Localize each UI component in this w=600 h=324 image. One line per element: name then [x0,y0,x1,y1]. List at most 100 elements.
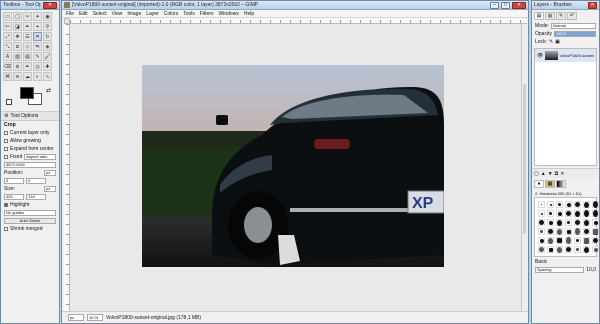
brush-preset[interactable] [574,228,581,235]
vertical-scrollbar[interactable] [521,24,527,311]
tool-heal-icon[interactable]: ✚ [43,62,52,71]
tool-paintbrush-icon[interactable]: 🖌 [43,52,52,61]
raise-layer-icon[interactable]: ▲ [541,171,546,177]
tool-zoom-icon[interactable]: ⚲ [43,22,52,31]
ratio-input[interactable]: 3872:2592 [4,162,56,168]
layers-close-button[interactable]: ✕ [588,1,597,9]
tool-pencil-icon[interactable]: ✎ [33,52,42,61]
lock-alpha-icon[interactable]: ▣ [555,39,560,45]
layer-name[interactable]: VolvoP1800-sunset [560,53,594,58]
brush-preset[interactable] [547,201,554,208]
fixed-mode-select[interactable]: Aspect ratio [24,154,56,160]
brush-preset[interactable] [556,246,563,253]
spacing-slider[interactable]: Spacing [535,267,585,273]
menu-select[interactable]: Select [93,11,107,17]
option-allow-growing[interactable]: Allow growing [1,137,59,145]
tool-paths-icon[interactable]: ✒ [23,22,32,31]
brush-preset[interactable] [547,237,554,244]
brush-preset[interactable] [574,219,581,226]
unit-select[interactable]: px [68,314,84,321]
tool-rotate-icon[interactable]: ↻ [43,32,52,41]
tool-crop-icon[interactable]: ⌗ [33,32,42,41]
expand-center-checkbox[interactable] [4,147,8,151]
brush-preset[interactable] [556,219,563,226]
minimize-button[interactable]: – [490,1,499,9]
brush-preset[interactable] [583,246,590,253]
lock-pixels-icon[interactable]: ✎ [549,39,553,45]
tool-move-icon[interactable]: ✥ [13,32,22,41]
brush-preset[interactable] [592,246,599,253]
tool-foreground-select-icon[interactable]: ◪ [13,22,22,31]
tool-shear-icon[interactable]: ⧄ [13,42,22,51]
tool-clone-icon[interactable]: ◎ [33,62,42,71]
brush-preset[interactable] [592,201,599,208]
tool-text-icon[interactable]: A [3,52,12,61]
duplicate-layer-icon[interactable]: ⧉ [555,171,559,177]
tool-cage-icon[interactable]: ◈ [43,42,52,51]
menu-file[interactable]: File [66,11,74,17]
scrollbar-thumb[interactable] [523,84,526,234]
size-width-input[interactable]: 400 [4,194,24,200]
current-layer-checkbox[interactable] [4,131,8,135]
auto-shrink-button[interactable]: Auto Shrink [4,218,56,224]
brush-preset[interactable] [565,219,572,226]
brush-preset[interactable] [592,210,599,217]
brush-preset[interactable] [565,246,572,253]
tool-perspective-clone-icon[interactable]: ⌘ [3,72,12,81]
allow-growing-checkbox[interactable] [4,139,8,143]
brush-preset[interactable] [565,228,572,235]
brush-preset[interactable] [592,219,599,226]
tool-ink-icon[interactable]: ✒ [23,62,32,71]
tool-fuzzy-icon[interactable]: ∿ [43,72,52,81]
brush-preset[interactable] [592,228,599,235]
layers-tab-icon[interactable]: ▤ [534,12,544,20]
brush-preset[interactable] [538,201,545,208]
brush-preset[interactable] [538,219,545,226]
menu-layer[interactable]: Layer [146,11,159,17]
size-unit-select[interactable]: px [44,186,56,192]
brush-preset[interactable] [547,228,554,235]
position-x-input[interactable]: 0 [4,178,24,184]
tool-eraser-icon[interactable]: ⌫ [3,62,12,71]
guides-select[interactable]: No guides [4,210,56,216]
tool-color-picker-icon[interactable]: ⌖ [33,22,42,31]
brush-preset[interactable] [565,237,572,244]
tool-rect-select-icon[interactable]: ▭ [3,12,12,21]
menu-tools[interactable]: Tools [183,11,195,17]
color-area[interactable]: ⇄ [4,85,56,109]
brush-preset[interactable] [583,219,590,226]
zoom-select[interactable]: 15 % [87,314,103,321]
mode-select[interactable]: Normal [550,23,596,29]
brush-preset[interactable] [574,210,581,217]
tool-blur-icon[interactable]: ≋ [13,72,22,81]
menu-view[interactable]: View [112,11,123,17]
tool-align-icon[interactable]: ☰ [23,32,32,41]
image-canvas[interactable]: XP [142,65,444,267]
brush-preset[interactable] [556,237,563,244]
image-titlebar[interactable]: [VolvoP1800-sunset-original] (imported)-… [62,1,528,10]
menu-windows[interactable]: Windows [219,11,239,17]
tool-bucket-fill-icon[interactable]: ▨ [13,52,22,61]
brush-preset[interactable] [538,237,545,244]
brush-preset[interactable] [592,237,599,244]
tool-color-select-icon[interactable]: ◉ [43,12,52,21]
position-unit-select[interactable]: px [44,170,56,176]
fixed-checkbox[interactable] [4,155,8,159]
foreground-color-swatch[interactable] [20,87,34,99]
shrink-merged-row[interactable]: Shrink merged [1,225,59,233]
reset-colors-icon[interactable] [6,99,12,105]
brush-preset[interactable] [583,201,590,208]
option-expand-center[interactable]: Expand from center [1,145,59,153]
tool-flip-icon[interactable]: ⇋ [33,42,42,51]
patterns-tab-icon[interactable]: ▦ [545,180,555,188]
tool-smudge-icon[interactable]: ☁ [23,72,32,81]
brush-preset[interactable] [538,210,545,217]
shrink-merged-checkbox[interactable] [4,227,8,231]
size-height-input[interactable]: 134 [26,194,46,200]
highlight-checkbox[interactable] [4,203,8,207]
highlight-row[interactable]: Highlight [1,201,59,209]
menu-edit[interactable]: Edit [79,11,88,17]
brush-preset[interactable] [574,237,581,244]
tool-ellipse-select-icon[interactable]: ◯ [13,12,22,21]
tool-free-select-icon[interactable]: ✂ [23,12,32,21]
